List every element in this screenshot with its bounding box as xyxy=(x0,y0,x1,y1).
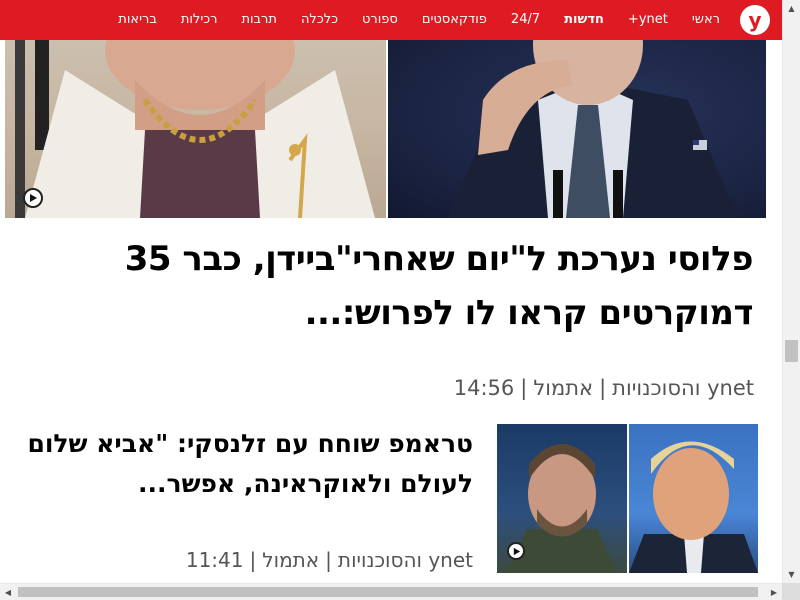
article-source: ynet והסוכנויות xyxy=(337,548,473,572)
vertical-scrollbar[interactable]: ▲ ▼ xyxy=(782,0,800,600)
scroll-left-arrow-icon[interactable]: ◀ xyxy=(0,584,16,600)
main-article-meta: ynet והסוכנויות|אתמול|14:56 xyxy=(454,376,754,400)
nav-item-culture[interactable]: תרבות xyxy=(229,0,288,40)
meta-separator: | xyxy=(599,376,607,400)
article-time: 11:41 xyxy=(185,548,244,572)
meta-separator: | xyxy=(249,548,257,572)
scroll-down-arrow-icon[interactable]: ▼ xyxy=(783,566,800,583)
nav-item-gossip[interactable]: רכילות xyxy=(169,0,230,40)
video-play-icon[interactable] xyxy=(507,542,525,560)
main-article-image[interactable] xyxy=(5,40,766,218)
scroll-right-arrow-icon[interactable]: ▶ xyxy=(766,584,782,600)
main-nav: ראשי ynet+ חדשות 24/7 פודקאסטים ספורט כל… xyxy=(106,0,732,40)
nav-item-home[interactable]: ראשי xyxy=(680,0,732,40)
nav-item-ynet-plus[interactable]: ynet+ xyxy=(616,0,680,40)
nav-item-economy[interactable]: כלכלה xyxy=(289,0,350,40)
scroll-up-arrow-icon[interactable]: ▲ xyxy=(783,0,800,17)
top-navigation-bar: y ראשי ynet+ חדשות 24/7 פודקאסטים ספורט … xyxy=(0,0,782,40)
second-article-meta: ynet והסוכנויות|אתמול|11:41 xyxy=(186,548,473,572)
main-article-headline[interactable]: פלוסי נערכת ל"יום שאחרי"ביידן, כבר 35 דמ… xyxy=(53,232,754,340)
nav-item-podcasts[interactable]: פודקאסטים xyxy=(410,0,499,40)
horizontal-scrollbar-thumb[interactable] xyxy=(18,587,758,597)
article-day: אתמול xyxy=(533,376,594,400)
video-play-icon[interactable] xyxy=(23,188,43,208)
nav-item-sport[interactable]: ספורט xyxy=(350,0,410,40)
thumb-photo-right xyxy=(629,424,758,573)
article-time: 14:56 xyxy=(453,376,515,400)
nav-item-health[interactable]: בריאות xyxy=(106,0,169,40)
meta-separator: | xyxy=(325,548,332,572)
hero-photo-left xyxy=(5,40,386,218)
scrollbar-thumb[interactable] xyxy=(785,340,798,362)
article-day: אתמול xyxy=(262,548,320,572)
second-article-image[interactable] xyxy=(497,424,758,573)
hero-photo-right xyxy=(388,40,766,218)
nav-item-news[interactable]: חדשות xyxy=(552,0,616,40)
article-source: ynet והסוכנויות xyxy=(612,376,754,400)
meta-separator: | xyxy=(520,376,528,400)
ynet-logo[interactable]: y xyxy=(740,5,770,35)
scrollbar-corner xyxy=(782,583,800,600)
horizontal-scrollbar[interactable]: ◀ ▶ xyxy=(0,583,782,600)
nav-item-24-7[interactable]: 24/7 xyxy=(499,0,552,40)
second-article-headline[interactable]: טראמפ שוחח עם זלנסקי: "אביא שלום לעולם ו… xyxy=(23,424,473,504)
